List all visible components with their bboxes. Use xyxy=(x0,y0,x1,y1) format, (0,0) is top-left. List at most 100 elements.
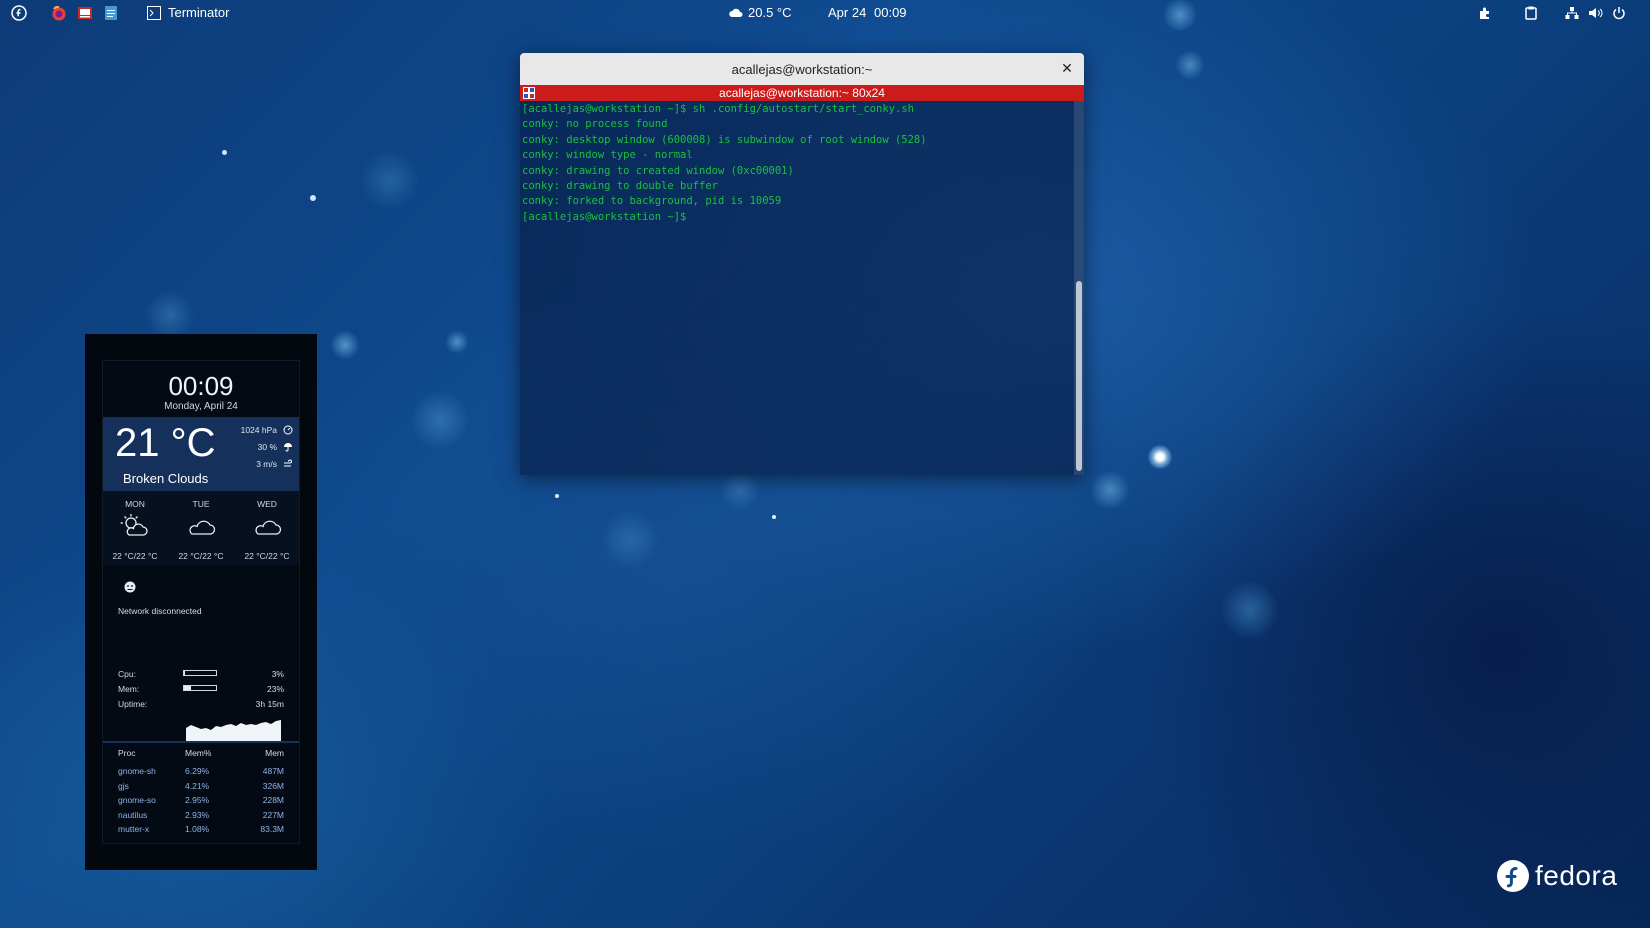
weather-temperature[interactable]: 20.5 °C xyxy=(748,5,792,20)
terminal-window[interactable]: acallejas@workstation:~ ✕ acallejas@work… xyxy=(520,53,1084,475)
mem-percent-column-header: Mem% xyxy=(185,748,212,758)
partly-cloudy-icon xyxy=(120,514,148,536)
forecast-temperature-range: 22 °C/22 °C xyxy=(112,551,158,561)
forecast-temperature-range: 22 °C/22 °C xyxy=(244,551,290,561)
forecast-day-name: WED xyxy=(257,499,277,509)
clock-time[interactable]: 00:09 xyxy=(874,5,907,20)
forecast-day-name: TUE xyxy=(192,499,210,509)
network-status: Network disconnected xyxy=(118,606,202,616)
process-name: mutter-x xyxy=(118,824,150,834)
mem-usage-fill xyxy=(184,686,192,690)
process-mem-percent: 4.21% xyxy=(185,780,210,791)
fedora-wordmark: fedora xyxy=(1535,860,1618,891)
process-row: mutter-x 1.08% 83.3M xyxy=(103,824,299,838)
fedora-logo-icon[interactable] xyxy=(10,4,28,22)
process-name: nautilus xyxy=(118,809,148,820)
forecast-temperature-range: 22 °C/22 °C xyxy=(178,551,224,561)
cpu-usage-bar xyxy=(183,670,217,676)
umbrella-icon xyxy=(284,443,292,452)
terminal-tab[interactable]: acallejas@workstation:~ 80x24 xyxy=(520,85,1084,101)
cpu-value: 3% xyxy=(271,669,284,679)
extensions-icon[interactable] xyxy=(1476,4,1494,22)
pressure-value: 1024 hPa xyxy=(240,425,277,435)
process-row: nautilus 2.93% 227M xyxy=(103,810,299,824)
process-mem: 227M xyxy=(262,809,284,820)
process-name: gjs xyxy=(118,780,129,791)
power-icon[interactable] xyxy=(1610,4,1628,22)
terminal-scrollbar-thumb[interactable] xyxy=(1076,281,1082,471)
conky-clock: 00:09 xyxy=(168,371,234,401)
wind-value: 3 m/s xyxy=(256,459,277,469)
terminal-line: conky: drawing to double buffer xyxy=(522,180,718,193)
forecast-day: WED 22 °C/22 °C xyxy=(235,491,299,566)
volume-icon[interactable] xyxy=(1586,4,1604,22)
process-name: gnome-so xyxy=(118,795,156,805)
network-icon[interactable] xyxy=(1563,4,1581,22)
process-row: gnome-so 2.95% 228M xyxy=(103,795,299,809)
process-mem: 228M xyxy=(262,795,284,805)
clock-date[interactable]: Apr 24 xyxy=(828,5,866,20)
process-row: gjs 4.21% 326M xyxy=(103,781,299,795)
terminal-line: conky: window type - normal xyxy=(522,149,693,162)
mem-column-header: Mem xyxy=(265,748,284,758)
mem-value: 23% xyxy=(266,684,284,694)
wind-icon xyxy=(284,459,292,467)
cpu-history-graph xyxy=(186,720,281,741)
weather-current: 21 °C Broken Clouds 1024 hPa 30 % 3 m/s xyxy=(103,417,299,491)
terminal-line: [acallejas@workstation ~]$ sh .config/au… xyxy=(522,103,914,115)
uptime-value: 3h 15m xyxy=(255,699,284,709)
terminal-window-title: acallejas@workstation:~ xyxy=(731,62,873,77)
network-disconnected-icon xyxy=(124,581,136,593)
weather-condition: Broken Clouds xyxy=(123,471,209,486)
firefox-icon[interactable] xyxy=(50,4,68,22)
cpu-label: Cpu: xyxy=(118,669,136,679)
cloud-icon xyxy=(189,520,216,535)
cloud-icon xyxy=(255,520,282,535)
fedora-desktop-logo: fedora xyxy=(1496,858,1617,894)
forecast-day: TUE 22 °C/22 °C xyxy=(169,491,233,566)
terminal-line: conky: forked to background, pid is 1005… xyxy=(522,195,782,208)
humidity-value: 30 % xyxy=(257,442,277,452)
clipboard-icon[interactable] xyxy=(1522,4,1540,22)
terminal-scrollbar[interactable] xyxy=(1074,101,1084,475)
conky-date: Monday, April 24 xyxy=(164,401,238,412)
uptime-label: Uptime: xyxy=(118,699,148,709)
terminal-line: conky: desktop window (600008) is subwin… xyxy=(522,133,927,146)
close-icon[interactable]: ✕ xyxy=(1058,59,1076,77)
terminal-titlebar[interactable]: acallejas@workstation:~ ✕ xyxy=(520,53,1084,85)
process-mem-percent: 6.29% xyxy=(185,766,210,776)
process-table-header: Proc Mem% Mem xyxy=(103,741,299,763)
text-editor-icon[interactable] xyxy=(102,4,120,22)
weather-forecast: MON 22 °C/22 °C TUE 22 °C/22 °C WED 22 °… xyxy=(103,491,299,566)
process-mem-percent: 2.95% xyxy=(185,795,210,805)
pressure-gauge-icon xyxy=(283,425,293,435)
proc-column-header: Proc xyxy=(118,748,136,758)
cpu-usage-fill xyxy=(184,671,185,675)
process-row: gnome-sh 6.29% 487M xyxy=(103,766,299,780)
forecast-day: MON 22 °C/22 °C xyxy=(103,491,167,566)
forecast-day-name: MON xyxy=(125,499,145,509)
process-mem: 326M xyxy=(262,780,284,791)
terminal-output[interactable]: [acallejas@workstation ~]$ sh .config/au… xyxy=(520,101,1074,475)
mem-usage-bar xyxy=(183,685,217,691)
mem-label: Mem: xyxy=(118,684,140,694)
terminal-line: conky: no process found xyxy=(522,118,668,131)
process-mem: 83.3M xyxy=(260,824,284,834)
fedora-logo-icon xyxy=(1497,860,1529,892)
conky-panel: 00:09 Monday, April 24 21 °C Broken Clou… xyxy=(102,360,300,844)
terminal-tab-title: acallejas@workstation:~ 80x24 xyxy=(719,86,885,100)
terminal-line: [acallejas@workstation ~]$ xyxy=(522,210,693,223)
current-temperature: 21 °C xyxy=(115,421,216,465)
conky-widget: 00:09 Monday, April 24 21 °C Broken Clou… xyxy=(85,334,317,870)
active-app-name[interactable]: Terminator xyxy=(168,5,229,20)
process-mem: 487M xyxy=(262,766,284,776)
process-mem-percent: 2.93% xyxy=(185,809,210,820)
terminal-line: conky: drawing to created window (0xc000… xyxy=(522,164,794,177)
process-name: gnome-sh xyxy=(118,766,156,776)
terminal-icon[interactable] xyxy=(146,4,162,22)
weather-cloud-icon[interactable] xyxy=(728,4,744,22)
process-mem-percent: 1.08% xyxy=(185,824,210,834)
top-bar: Terminator 20.5 °C Apr 24 00:09 xyxy=(0,0,1650,26)
screenshot-app-icon[interactable] xyxy=(76,4,94,22)
terminator-grid-icon xyxy=(523,87,535,99)
